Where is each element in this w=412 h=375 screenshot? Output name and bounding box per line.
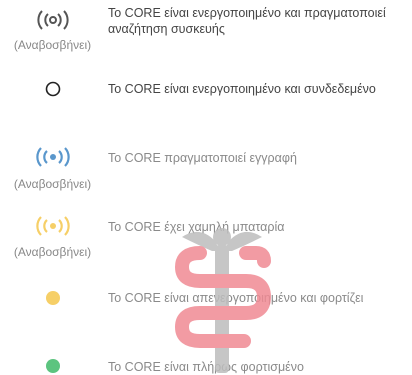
status-description: Το CORE είναι ενεργοποιημένο και πραγματ…: [108, 6, 386, 36]
blinking-label: (Αναβοσβήνει): [13, 177, 92, 191]
hollow-circle-icon: [0, 81, 105, 97]
broadcast-waves-icon: [0, 10, 105, 30]
blinking-label: (Αναβοσβήνει): [13, 245, 92, 259]
status-description: Το CORE έχει χαμηλή μπαταρία: [108, 220, 285, 234]
status-description: Το CORE είναι πλήρως φορτισμένο: [108, 360, 304, 374]
filled-circle-icon: [0, 358, 105, 374]
broadcast-waves-icon: [0, 147, 105, 167]
status-description: Το CORE είναι ενεργοποιημένο και συνδεδε…: [108, 82, 376, 96]
filled-circle-icon: [0, 290, 105, 306]
status-description: Το CORE πραγματοποιεί εγγραφή: [108, 151, 297, 165]
broadcast-waves-icon: [0, 216, 105, 236]
status-description: Το CORE είναι απενεργοποιημένο και φορτί…: [108, 291, 364, 305]
blinking-label: (Αναβοσβήνει): [13, 38, 92, 52]
